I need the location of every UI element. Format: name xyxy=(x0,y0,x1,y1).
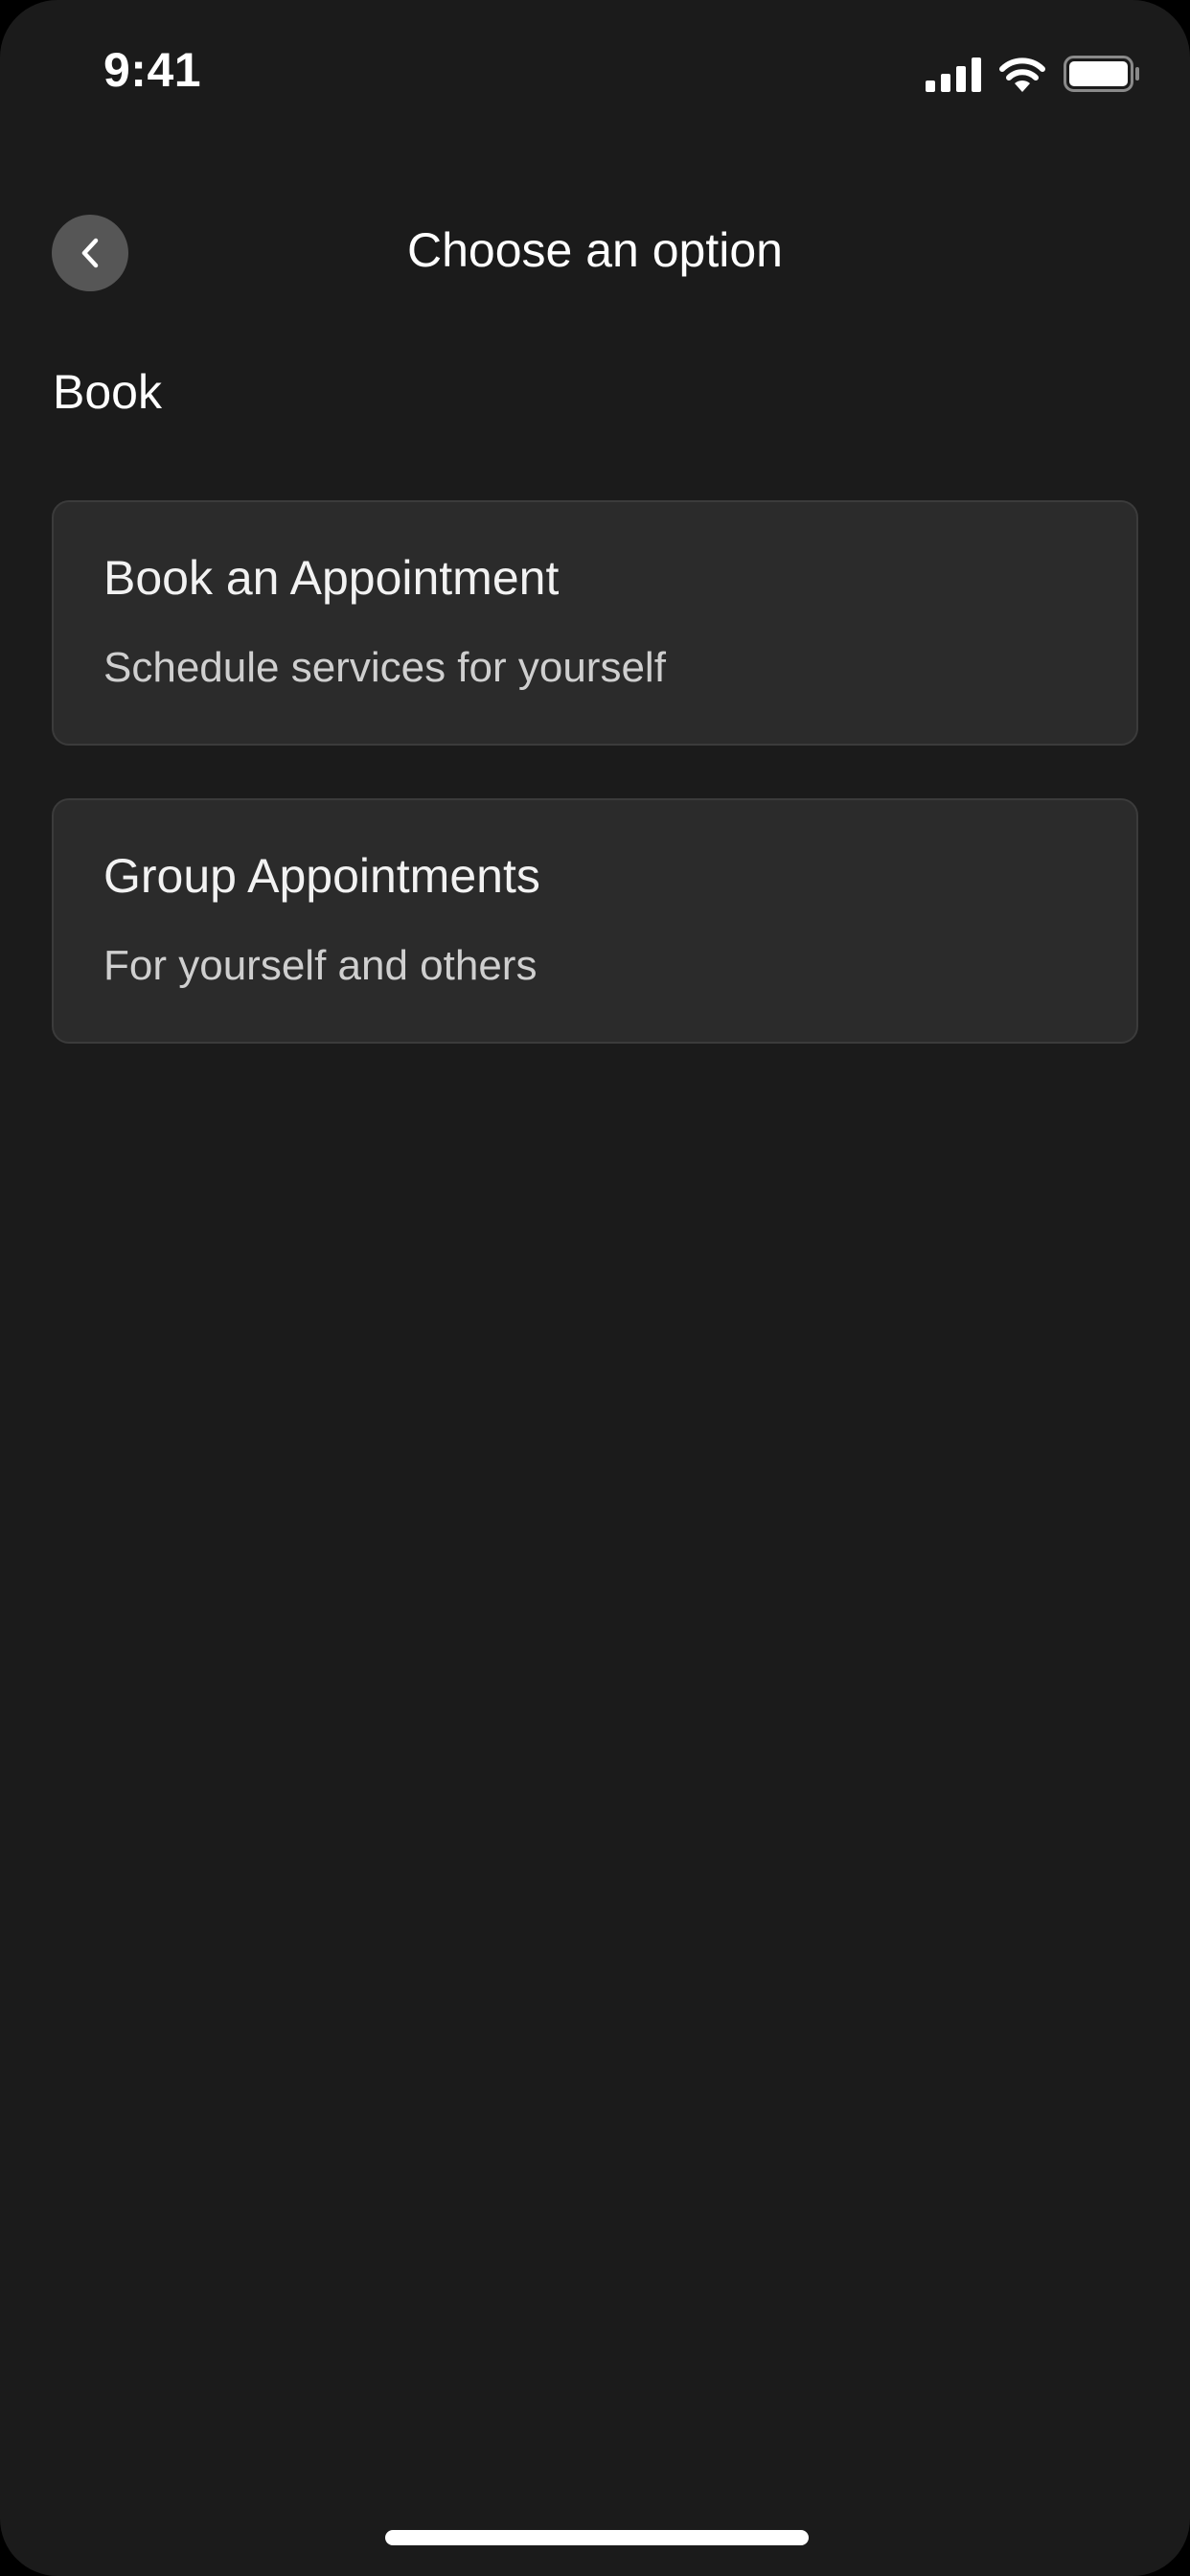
header: Choose an option xyxy=(0,215,1190,291)
option-title: Book an Appointment xyxy=(103,551,560,605)
status-bar: 9:41 xyxy=(0,0,1190,144)
group-appointments-option[interactable]: Group Appointments For yourself and othe… xyxy=(52,798,1138,1044)
home-indicator[interactable] xyxy=(385,2530,809,2545)
book-appointment-option[interactable]: Book an Appointment Schedule services fo… xyxy=(52,500,1138,746)
signal-icon xyxy=(926,58,981,92)
status-time: 9:41 xyxy=(103,43,202,97)
wifi-icon xyxy=(999,58,1045,92)
status-icons xyxy=(926,54,1140,92)
option-subtitle: For yourself and others xyxy=(103,942,538,989)
option-title: Group Appointments xyxy=(103,849,540,903)
screen: 9:41 Choose an option Book Book an Appoi… xyxy=(0,0,1190,2576)
battery-icon xyxy=(1064,56,1139,92)
option-subtitle: Schedule services for yourself xyxy=(103,644,666,691)
section-label: Book xyxy=(53,365,162,419)
page-title: Choose an option xyxy=(407,223,783,277)
